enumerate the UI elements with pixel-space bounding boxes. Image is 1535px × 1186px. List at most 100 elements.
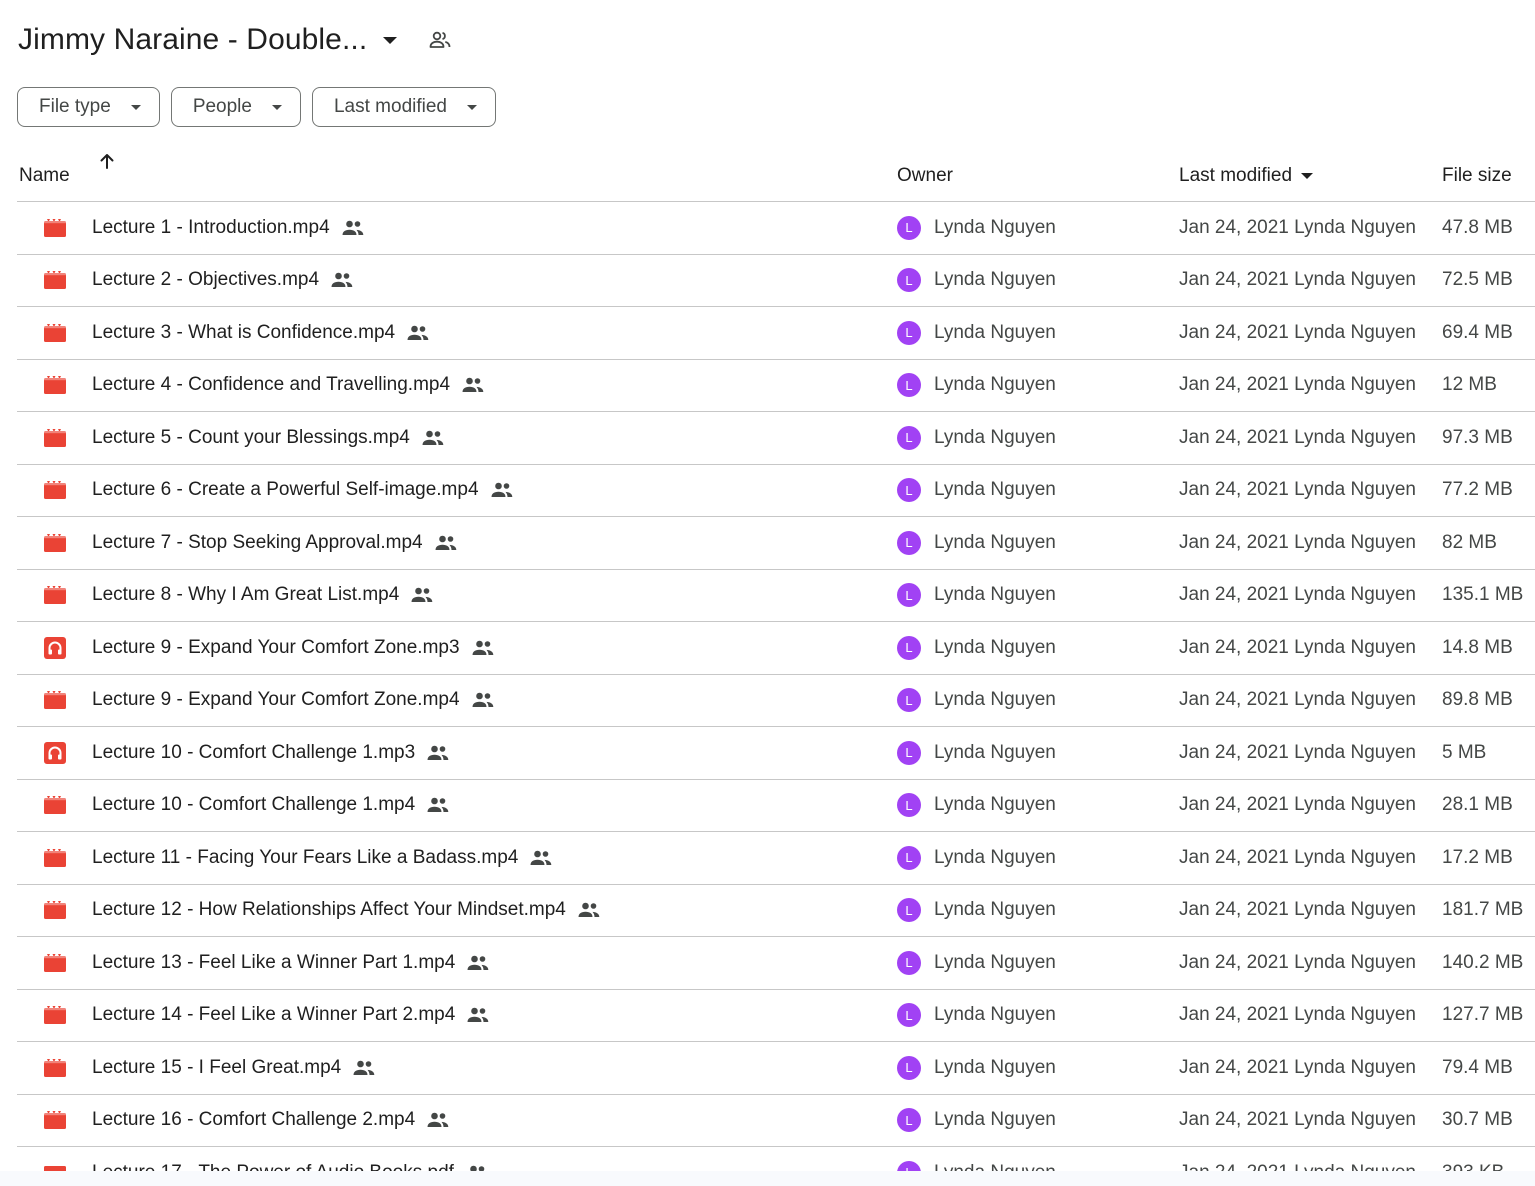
- file-row[interactable]: Lecture 14 - Feel Like a Winner Part 2.m…: [17, 990, 1535, 1042]
- video-file-icon: [44, 255, 66, 306]
- folder-menu-caret-icon[interactable]: [383, 36, 398, 44]
- file-row[interactable]: Lecture 8 - Why I Am Great List.mp4 L Lynd…: [17, 570, 1535, 622]
- file-row[interactable]: Lecture 9 - Expand Your Comfort Zone.mp4…: [17, 675, 1535, 727]
- file-row[interactable]: Lecture 9 - Expand Your Comfort Zone.mp3…: [17, 622, 1535, 675]
- people-outline-icon[interactable]: [427, 27, 453, 53]
- file-name-cell: Lecture 7 - Stop Seeking Approval.mp4: [92, 517, 458, 568]
- video-file-icon: [44, 937, 66, 988]
- shared-people-icon: [434, 534, 458, 552]
- file-name[interactable]: Lecture 9 - Expand Your Comfort Zone.mp4: [92, 689, 460, 711]
- file-type-filter[interactable]: File type: [17, 87, 160, 127]
- file-name[interactable]: Lecture 16 - Comfort Challenge 2.mp4: [92, 1109, 415, 1131]
- people-filter[interactable]: People: [170, 87, 301, 127]
- last-modified-cell: Jan 24, 2021 Lynda Nguyen: [1179, 584, 1416, 605]
- file-name-cell: Lecture 13 - Feel Like a Winner Part 1.m…: [92, 937, 490, 988]
- audio-file-icon: [44, 727, 66, 778]
- owner-cell: L Lynda Nguyen: [897, 255, 1056, 306]
- owner-name: Lynda Nguyen: [934, 269, 1056, 290]
- file-row[interactable]: Lecture 4 - Confidence and Travelling.mp…: [17, 360, 1535, 412]
- owner-name: Lynda Nguyen: [934, 1004, 1056, 1025]
- owner-name: Lynda Nguyen: [934, 636, 1056, 658]
- file-row[interactable]: Lecture 12 - How Relationships Affect Yo…: [17, 885, 1535, 937]
- owner-name: Lynda Nguyen: [934, 531, 1056, 553]
- file-name-cell: Lecture 16 - Comfort Challenge 2.mp4: [92, 1095, 450, 1146]
- file-name[interactable]: Lecture 10 - Comfort Challenge 1.mp4: [92, 794, 415, 816]
- chevron-down-icon: [130, 104, 141, 110]
- owner-cell: L Lynda Nguyen: [897, 675, 1056, 726]
- file-row[interactable]: Lecture 11 - Facing Your Fears Like a Ba…: [17, 832, 1535, 885]
- file-name[interactable]: Lecture 3 - What is Confidence.mp4: [92, 322, 395, 344]
- owner-name: Lynda Nguyen: [934, 584, 1056, 605]
- file-row[interactable]: Lecture 7 - Stop Seeking Approval.mp4 L Ly…: [17, 517, 1535, 570]
- file-size-column-header[interactable]: File size: [1442, 150, 1512, 201]
- file-name[interactable]: Lecture 11 - Facing Your Fears Like a Ba…: [92, 847, 518, 869]
- video-file-icon: [44, 517, 66, 568]
- file-name[interactable]: Lecture 14 - Feel Like a Winner Part 2.m…: [92, 1004, 455, 1026]
- owner-column-header[interactable]: Owner: [897, 150, 953, 201]
- file-name[interactable]: Lecture 6 - Create a Powerful Self-image…: [92, 479, 479, 501]
- avatar: L: [897, 845, 921, 870]
- file-size-cell: 30.7 MB: [1442, 1109, 1513, 1130]
- last-modified-filter-label: Last modified: [333, 96, 447, 117]
- owner-cell: L Lynda Nguyen: [897, 832, 1056, 883]
- shared-people-icon: [529, 849, 553, 867]
- owner-name: Lynda Nguyen: [934, 951, 1056, 973]
- avatar: L: [897, 1108, 921, 1132]
- file-name[interactable]: Lecture 9 - Expand Your Comfort Zone.mp3: [92, 637, 460, 659]
- owner-cell: L Lynda Nguyen: [897, 727, 1056, 778]
- file-size-cell: 79.4 MB: [1442, 1056, 1513, 1078]
- file-name[interactable]: Lecture 2 - Objectives.mp4: [92, 269, 319, 291]
- audio-file-icon: [44, 622, 66, 673]
- file-row[interactable]: Lecture 13 - Feel Like a Winner Part 1.m…: [17, 937, 1535, 990]
- file-row[interactable]: Lecture 5 - Count your Blessings.mp4 L Lyn…: [17, 412, 1535, 465]
- last-modified-filter[interactable]: Last modified: [311, 87, 496, 127]
- folder-title[interactable]: Jimmy Naraine - Double...: [18, 23, 367, 57]
- shared-people-icon: [471, 639, 495, 657]
- file-name-cell: Lecture 9 - Expand Your Comfort Zone.mp3: [92, 622, 495, 673]
- file-name[interactable]: Lecture 13 - Feel Like a Winner Part 1.m…: [92, 952, 455, 974]
- file-name[interactable]: Lecture 5 - Count your Blessings.mp4: [92, 427, 410, 449]
- file-row[interactable]: Lecture 15 - I Feel Great.mp4 L Lynda Nguy…: [17, 1042, 1535, 1095]
- file-row[interactable]: Lecture 3 - What is Confidence.mp4 L Lynda…: [17, 307, 1535, 360]
- file-name[interactable]: Lecture 8 - Why I Am Great List.mp4: [92, 584, 399, 606]
- avatar: L: [897, 898, 921, 922]
- file-name[interactable]: Lecture 4 - Confidence and Travelling.mp…: [92, 374, 450, 396]
- video-file-icon: [44, 465, 66, 516]
- last-modified-cell: Jan 24, 2021 Lynda Nguyen: [1179, 1004, 1416, 1025]
- avatar: L: [897, 320, 921, 345]
- file-type-filter-label: File type: [39, 96, 111, 117]
- chevron-down-icon: [467, 104, 477, 110]
- file-name[interactable]: Lecture 12 - How Relationships Affect Yo…: [92, 899, 566, 921]
- file-name[interactable]: Lecture 7 - Stop Seeking Approval.mp4: [92, 532, 423, 554]
- sort-ascending-arrow-icon[interactable]: [97, 150, 119, 172]
- file-row[interactable]: Lecture 10 - Comfort Challenge 1.mp4 L Lyn…: [17, 780, 1535, 832]
- owner-name: Lynda Nguyen: [934, 689, 1056, 710]
- avatar: L: [897, 373, 921, 397]
- avatar: L: [897, 688, 921, 712]
- video-file-icon: [44, 360, 66, 411]
- file-name[interactable]: Lecture 15 - I Feel Great.mp4: [92, 1057, 341, 1079]
- name-column-header[interactable]: Name: [19, 150, 70, 201]
- owner-name: Lynda Nguyen: [934, 846, 1056, 868]
- file-row[interactable]: Lecture 1 - Introduction.mp4 L Lynda Nguye…: [17, 202, 1535, 255]
- avatar: L: [897, 530, 921, 555]
- video-file-icon: [44, 832, 66, 883]
- file-name[interactable]: Lecture 10 - Comfort Challenge 1.mp3: [92, 742, 415, 764]
- file-size-cell: 17.2 MB: [1442, 846, 1513, 868]
- file-name-cell: Lecture 15 - I Feel Great.mp4: [92, 1042, 376, 1093]
- shared-people-icon: [466, 1006, 490, 1024]
- last-modified-column-header[interactable]: Last modified: [1179, 150, 1314, 201]
- file-size-cell: 82 MB: [1442, 531, 1497, 553]
- owner-cell: L Lynda Nguyen: [897, 885, 1056, 936]
- file-name-cell: Lecture 11 - Facing Your Fears Like a Ba…: [92, 832, 553, 883]
- file-list: Lecture 1 - Introduction.mp4 L Lynda Nguye…: [17, 202, 1535, 1186]
- video-file-icon: [44, 412, 66, 463]
- file-row[interactable]: Lecture 2 - Objectives.mp4 L Lynda Nguyen J…: [17, 255, 1535, 307]
- file-name[interactable]: Lecture 1 - Introduction.mp4: [92, 217, 330, 239]
- last-modified-cell: Jan 24, 2021 Lynda Nguyen: [1179, 374, 1416, 395]
- avatar: L: [897, 268, 921, 292]
- file-row[interactable]: Lecture 6 - Create a Powerful Self-image…: [17, 465, 1535, 517]
- file-row[interactable]: Lecture 16 - Comfort Challenge 2.mp4 L Lyn…: [17, 1095, 1535, 1147]
- owner-cell: L Lynda Nguyen: [897, 937, 1056, 988]
- file-row[interactable]: Lecture 10 - Comfort Challenge 1.mp3 L Lyn…: [17, 727, 1535, 780]
